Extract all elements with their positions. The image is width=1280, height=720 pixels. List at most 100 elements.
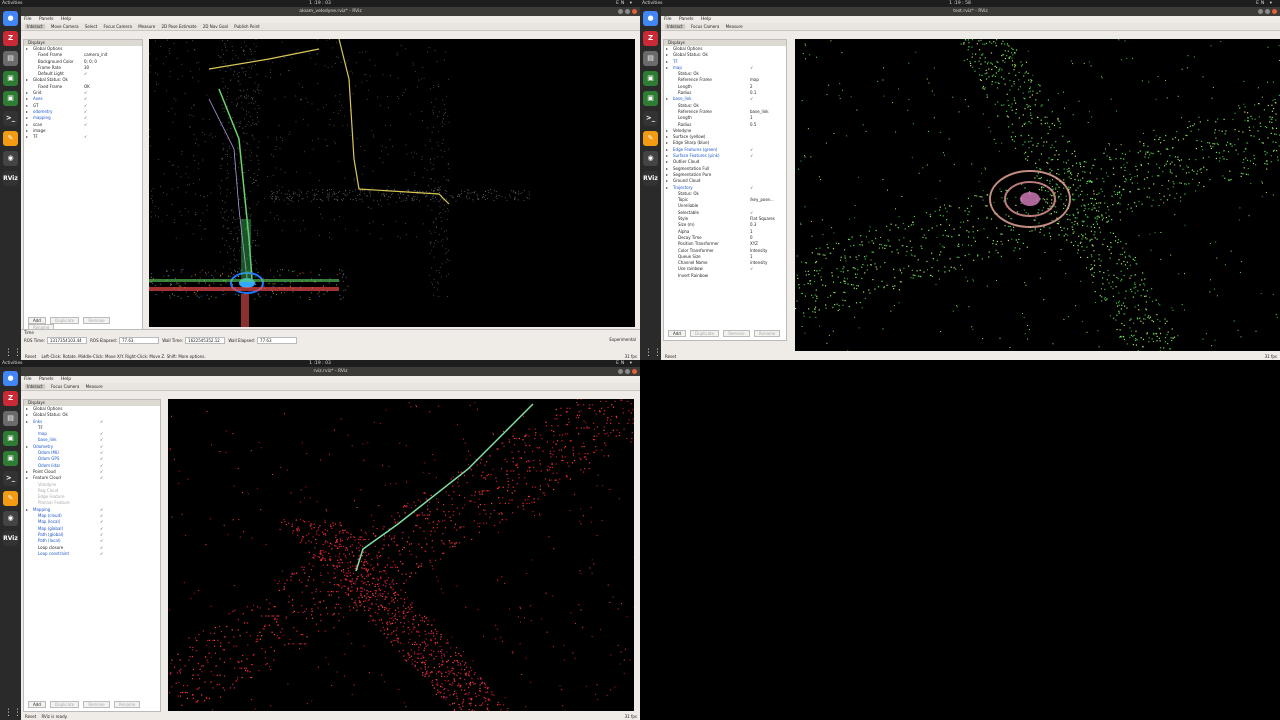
tool-interact[interactable]: Interact	[25, 24, 45, 29]
show-applications-icon[interactable]: ⋮⋮	[4, 348, 22, 358]
add-button[interactable]: Add	[668, 330, 686, 337]
activities-button[interactable]: Activities	[642, 0, 663, 7]
rename-button[interactable]: Rename	[753, 330, 781, 337]
minimize-icon[interactable]	[618, 9, 623, 14]
tool-2d-nav-goal[interactable]: 2D Nav Goal	[203, 24, 228, 29]
system-tray[interactable]: EN ▾	[1256, 0, 1274, 7]
terminal-icon[interactable]: >_	[3, 111, 18, 126]
remove-button[interactable]: Remove	[83, 317, 110, 324]
add-button[interactable]: Add	[28, 317, 46, 324]
menu-file[interactable]: File	[664, 17, 672, 22]
minimize-icon[interactable]	[618, 369, 623, 374]
minimize-icon[interactable]	[1258, 9, 1263, 14]
reset-button[interactable]: Reset	[25, 714, 36, 719]
tool-focus-camera[interactable]: Focus Camera	[691, 24, 719, 29]
reset-button[interactable]: Reset	[25, 354, 36, 359]
chrome-icon[interactable]: ●	[643, 11, 658, 26]
text-editor-icon[interactable]: ✎	[643, 131, 658, 146]
wall-time-field[interactable]: 1622545352.12	[185, 337, 226, 344]
terminal-icon[interactable]: ▣	[3, 91, 18, 106]
menu-panels[interactable]: Panels	[39, 377, 53, 382]
display-item[interactable]: Loop constraint ✓	[24, 551, 160, 557]
menu-help[interactable]: Help	[61, 17, 71, 22]
close-icon[interactable]	[1272, 9, 1277, 14]
close-icon[interactable]	[632, 9, 637, 14]
menu-file[interactable]: File	[24, 17, 32, 22]
text-editor-icon[interactable]: ✎	[3, 491, 18, 506]
language-indicator[interactable]: EN	[616, 1, 626, 6]
files-icon[interactable]: ▤	[3, 51, 18, 66]
activities-button[interactable]: Activities	[2, 360, 23, 367]
zotero-icon[interactable]: Z	[643, 31, 658, 46]
3d-view[interactable]	[168, 399, 634, 711]
tool-measure[interactable]: Measure	[138, 24, 155, 29]
tool-2d-pose-estimate[interactable]: 2D Pose Estimate	[161, 24, 196, 29]
display-item[interactable]: Invert Rainbow	[664, 273, 786, 279]
window-titlebar[interactable]: test.rviz* - RViz	[661, 7, 1280, 16]
menu-help[interactable]: Help	[701, 17, 711, 22]
language-indicator[interactable]: EN	[616, 361, 626, 366]
wall-elapsed-field[interactable]: 77.63	[257, 337, 298, 344]
experimental-checkbox[interactable]: Experimental	[609, 337, 636, 342]
files-icon[interactable]: ▤	[643, 51, 658, 66]
terminal-icon[interactable]: ▣	[3, 451, 18, 466]
system-tray[interactable]: EN ▾	[616, 0, 634, 7]
tool-interact[interactable]: Interact	[665, 24, 685, 29]
zotero-icon[interactable]: Z	[3, 391, 18, 406]
tool-interact[interactable]: Interact	[25, 384, 45, 389]
duplicate-button[interactable]: Duplicate	[50, 317, 80, 324]
duplicate-button[interactable]: Duplicate	[50, 701, 80, 708]
clock[interactable]: 1 :19 : 58	[949, 0, 971, 7]
terminal-icon[interactable]: >_	[3, 471, 18, 486]
tool-focus-camera[interactable]: Focus Camera	[104, 24, 132, 29]
rename-button[interactable]: Rename	[113, 701, 141, 708]
display-item-value[interactable]: ✓	[100, 551, 103, 557]
menu-panels[interactable]: Panels	[679, 17, 693, 22]
terminal-icon[interactable]: >_	[643, 111, 658, 126]
remove-button[interactable]: Remove	[83, 701, 110, 708]
system-tray[interactable]: EN ▾	[616, 360, 634, 367]
tool-select[interactable]: Select	[85, 24, 97, 29]
terminal-icon[interactable]: ▣	[3, 71, 18, 86]
rviz-icon[interactable]: RViz	[643, 171, 658, 186]
terminal-icon[interactable]: ▣	[3, 431, 18, 446]
duplicate-button[interactable]: Duplicate	[690, 330, 720, 337]
zotero-icon[interactable]: Z	[3, 31, 18, 46]
rviz-icon[interactable]: RViz	[3, 531, 18, 546]
rviz-icon[interactable]: RViz	[3, 171, 18, 186]
reset-button[interactable]: Reset	[665, 354, 676, 359]
chrome-icon[interactable]: ●	[3, 11, 18, 26]
files-icon[interactable]: ▤	[3, 411, 18, 426]
tool-focus-camera[interactable]: Focus Camera	[51, 384, 79, 389]
language-indicator[interactable]: EN	[1256, 1, 1266, 6]
maximize-icon[interactable]	[625, 9, 630, 14]
tool-measure[interactable]: Measure	[726, 24, 743, 29]
terminal-icon[interactable]: ▣	[643, 71, 658, 86]
obs-icon[interactable]: ◉	[3, 151, 18, 166]
display-item-value[interactable]: ✓	[84, 134, 87, 140]
maximize-icon[interactable]	[1265, 9, 1270, 14]
display-item[interactable]: ▸ TF ✓	[24, 134, 142, 140]
add-button[interactable]: Add	[28, 701, 46, 708]
activities-button[interactable]: Activities	[2, 0, 23, 7]
ros-elapsed-field[interactable]: 77.63	[118, 337, 159, 344]
obs-icon[interactable]: ◉	[3, 511, 18, 526]
maximize-icon[interactable]	[625, 369, 630, 374]
menu-file[interactable]: File	[24, 377, 32, 382]
text-editor-icon[interactable]: ✎	[3, 131, 18, 146]
ros-time-field[interactable]: 1317354103.44	[46, 337, 87, 344]
window-titlebar[interactable]: aloam_velodyne.rviz* - RViz	[21, 7, 640, 16]
menu-panels[interactable]: Panels	[39, 17, 53, 22]
show-applications-icon[interactable]: ⋮⋮	[4, 708, 22, 718]
tool-measure[interactable]: Measure	[86, 384, 103, 389]
close-icon[interactable]	[632, 369, 637, 374]
show-applications-icon[interactable]: ⋮⋮	[644, 348, 662, 358]
terminal-icon[interactable]: ▣	[643, 91, 658, 106]
remove-button[interactable]: Remove	[723, 330, 750, 337]
3d-view[interactable]	[149, 39, 635, 327]
expand-arrow-icon[interactable]: ▸	[26, 134, 28, 140]
obs-icon[interactable]: ◉	[643, 151, 658, 166]
tool-publish-point[interactable]: Publish Point	[234, 24, 259, 29]
tool-move-camera[interactable]: Move Camera	[51, 24, 79, 29]
clock[interactable]: 1 :19 : 03	[309, 0, 331, 7]
